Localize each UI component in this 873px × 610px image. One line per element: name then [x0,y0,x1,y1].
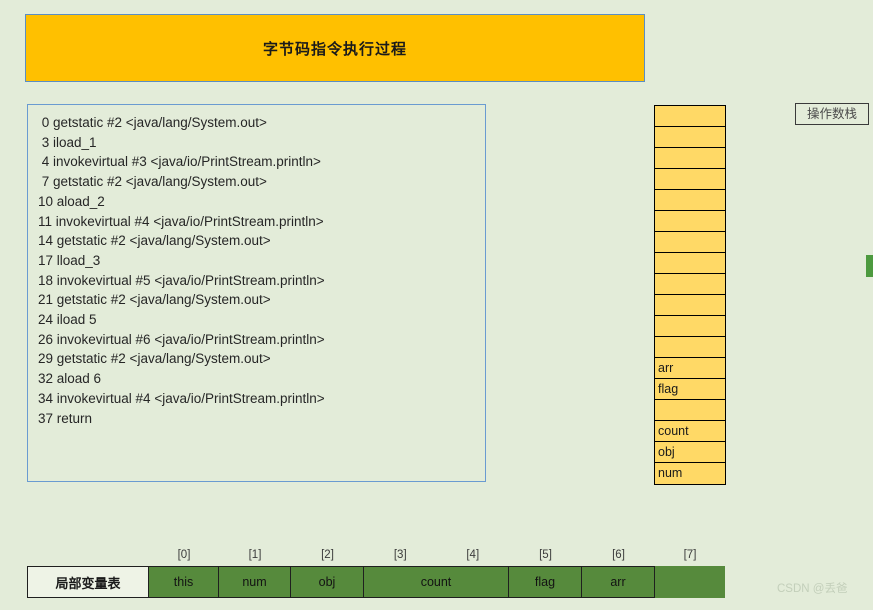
operand-stack-label: 操作数栈 [795,103,869,125]
green-edge-marker [866,253,873,279]
local-variable-index: [4] [466,549,480,561]
local-variable-slot: flag [509,566,582,598]
operand-stack-cell [655,253,725,274]
operand-stack-cell [655,127,725,148]
operand-stack-cell [655,169,725,190]
bytecode-line: 10 aload_2 [38,193,105,209]
local-variable-index: [3] [393,549,407,561]
operand-stack-cell [655,190,725,211]
local-variable-slot: num [219,566,291,598]
operand-stack-cell [655,337,725,358]
operand-stack-cell [655,316,725,337]
bytecode-line: 26 invokevirtual #6 <java/io/PrintStream… [38,331,325,347]
local-variable-index: [0] [177,549,191,561]
bytecode-line: 0 getstatic #2 <java/lang/System.out> [38,115,267,130]
local-variable-index-row: [0] [1] [2] [3] [4] [5] [6] [7] [0,549,873,564]
local-variable-slot: this [149,566,219,598]
operand-stack-cell [655,232,725,253]
operand-stack-cell [655,106,725,127]
bytecode-line: 17 lload_3 [38,252,101,268]
bytecode-line: 7 getstatic #2 <java/lang/System.out> [38,174,267,190]
bytecode-line: 21 getstatic #2 <java/lang/System.out> [38,292,271,308]
local-variable-index: [7] [683,549,697,561]
bytecode-line: 29 getstatic #2 <java/lang/System.out> [38,351,271,367]
local-variable-index: [2] [321,549,334,561]
bytecode-line: 14 getstatic #2 <java/lang/System.out> [38,233,271,249]
local-variable-slot: count [364,566,509,598]
bytecode-line: 37 return [38,410,93,426]
operand-stack-cell [655,295,725,316]
local-variable-index: [5] [539,549,552,561]
operand-stack-cell [655,400,725,421]
local-variable-index: [6] [612,549,625,561]
bytecode-listing-panel: 0 getstatic #2 <java/lang/System.out> 3 … [27,104,486,482]
local-variable-table: 局部变量表 this num obj count flag arr [27,566,725,598]
local-variable-slot: arr [582,566,655,598]
bytecode-line: 4 invokevirtual #3 <java/io/PrintStream.… [38,154,321,170]
operand-stack-column: arr flag count obj num [654,105,726,485]
operand-stack-cell: arr [655,358,725,379]
local-variable-slot [655,566,725,598]
local-variable-index: [1] [248,549,262,561]
diagram-canvas: 字节码指令执行过程 0 getstatic #2 <java/lang/Syst… [0,0,873,610]
local-variable-slot: obj [291,566,364,598]
bytecode-line: 32 aload 6 [38,371,102,387]
operand-stack-cell: num [655,463,725,484]
operand-stack-cell: count [655,421,725,442]
local-variable-table-header: 局部变量表 [27,566,149,598]
operand-stack-cell: flag [655,379,725,400]
bytecode-line: 11 invokevirtual #4 <java/io/PrintStream… [38,213,324,229]
title-banner: 字节码指令执行过程 [25,14,645,82]
bytecode-line: 24 iload 5 [38,312,97,328]
bytecode-line: 3 iload_1 [38,134,97,150]
operand-stack-cell [655,274,725,295]
page-title: 字节码指令执行过程 [262,40,407,58]
operand-stack-cell: obj [655,442,725,463]
bytecode-line: 34 invokevirtual #4 <java/io/PrintStream… [38,390,325,406]
operand-stack-cell [655,148,725,169]
operand-stack-cell [655,211,725,232]
watermark: CSDN @丢爸 [777,583,848,595]
bytecode-line: 18 invokevirtual #5 <java/io/PrintStream… [38,272,325,288]
